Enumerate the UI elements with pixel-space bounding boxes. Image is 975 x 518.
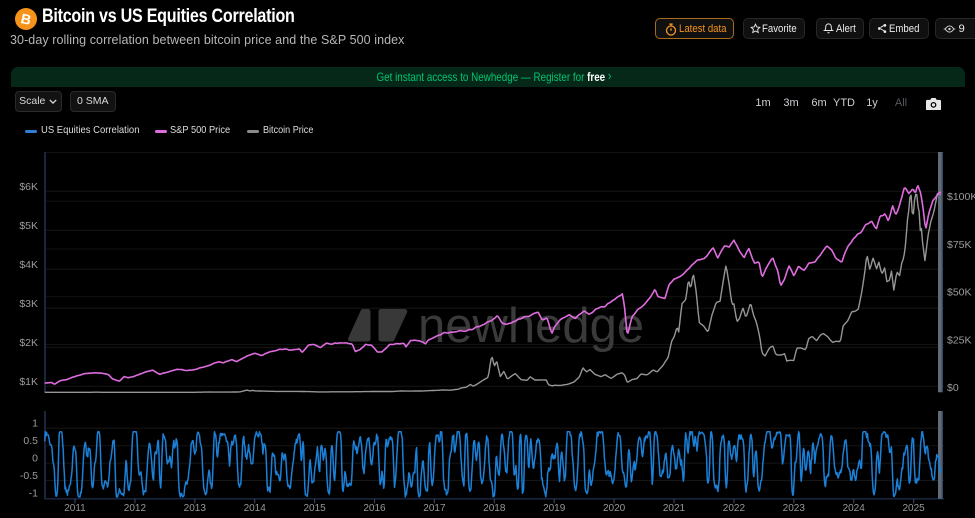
svg-text:2015: 2015 <box>303 503 326 514</box>
svg-text:-0.5: -0.5 <box>20 470 38 482</box>
svg-text:2016: 2016 <box>363 503 386 514</box>
svg-text:2018: 2018 <box>483 503 506 514</box>
svg-text:2013: 2013 <box>184 503 207 514</box>
svg-text:$1K: $1K <box>19 376 38 388</box>
svg-text:2012: 2012 <box>124 503 147 514</box>
svg-text:0.5: 0.5 <box>23 435 38 447</box>
svg-text:$6K: $6K <box>19 181 38 193</box>
svg-text:$3K: $3K <box>19 298 38 310</box>
svg-text:$4K: $4K <box>19 259 38 271</box>
svg-text:-1: -1 <box>29 487 38 499</box>
svg-text:newhedge: newhedge <box>418 299 644 353</box>
svg-text:2020: 2020 <box>603 503 626 514</box>
svg-text:2017: 2017 <box>423 503 446 514</box>
svg-text:2011: 2011 <box>64 503 86 514</box>
svg-text:$2K: $2K <box>19 337 38 349</box>
svg-text:$25K: $25K <box>947 334 972 346</box>
svg-text:$100K: $100K <box>947 191 975 203</box>
svg-text:$5K: $5K <box>19 220 38 232</box>
svg-text:2019: 2019 <box>543 503 566 514</box>
svg-text:2024: 2024 <box>843 503 866 514</box>
svg-text:$75K: $75K <box>947 239 972 251</box>
svg-text:$0: $0 <box>947 382 959 394</box>
svg-text:$50K: $50K <box>947 287 972 299</box>
svg-text:2014: 2014 <box>244 503 267 514</box>
svg-text:2023: 2023 <box>783 503 806 514</box>
svg-text:1: 1 <box>32 418 38 430</box>
svg-text:2021: 2021 <box>663 503 686 514</box>
svg-text:2022: 2022 <box>723 503 746 514</box>
svg-text:0: 0 <box>32 453 38 465</box>
svg-text:2025: 2025 <box>902 503 925 514</box>
